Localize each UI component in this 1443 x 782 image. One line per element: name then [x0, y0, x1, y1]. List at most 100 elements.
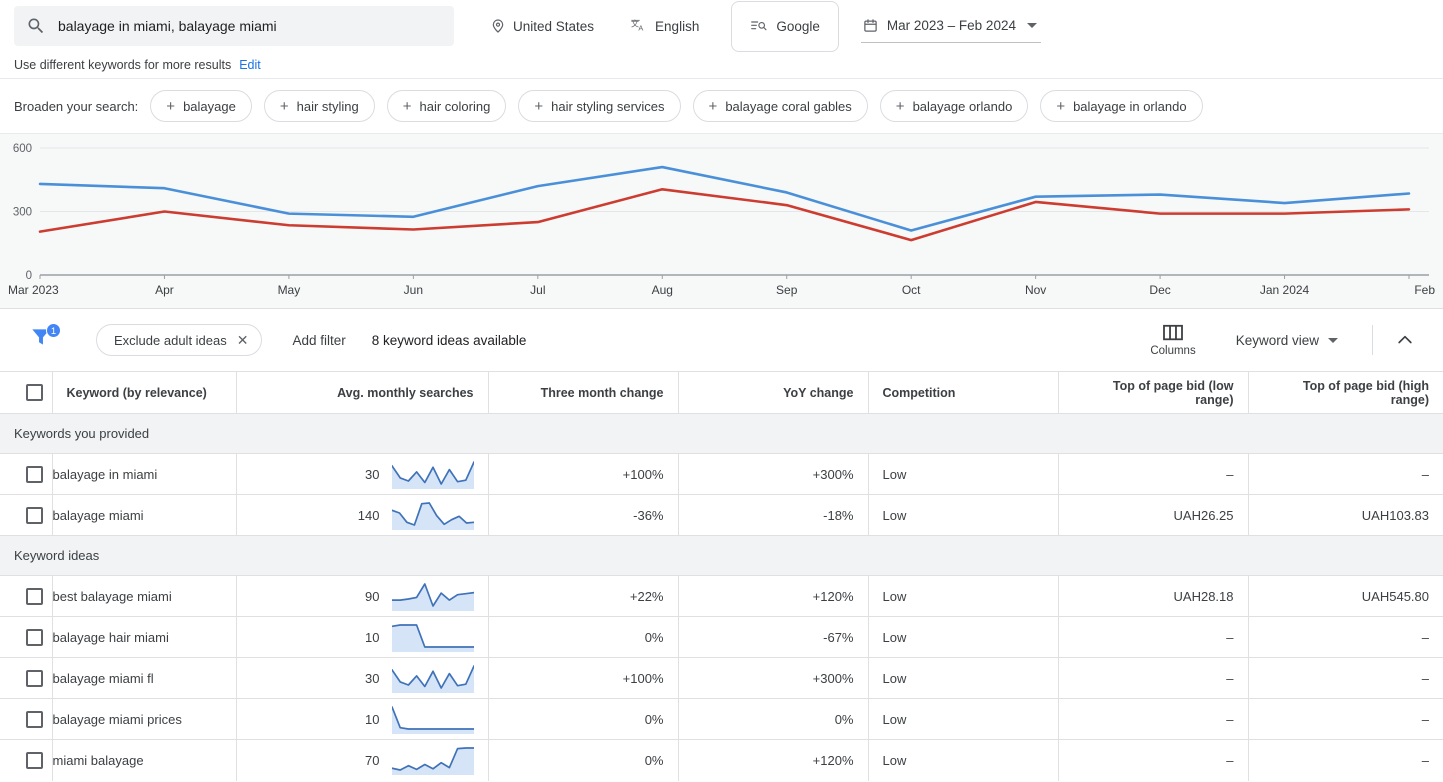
avg-searches-value: 30 — [365, 670, 380, 686]
header-bid-low[interactable]: Top of page bid (low range) — [1058, 371, 1249, 414]
broaden-chip-6[interactable]: + balayage in orlando — [1040, 90, 1203, 122]
table-group-title: Keyword ideas — [0, 535, 1443, 576]
cell-bid-low: UAH26.25 — [1058, 494, 1249, 536]
table-row[interactable]: balayage miami fl 30 +100% +300% Low – – — [0, 657, 1443, 699]
row-checkbox[interactable] — [26, 465, 43, 483]
table-toolbar-right: Columns Keyword view — [1138, 324, 1429, 357]
broaden-chip-3[interactable]: + hair styling services — [518, 90, 681, 122]
idea-count-label: 8 keyword ideas available — [371, 332, 527, 348]
svg-text:Feb: Feb — [1414, 283, 1435, 297]
broaden-chip-1[interactable]: + hair styling — [263, 90, 375, 122]
header-avg-monthly-searches[interactable]: Avg. monthly searches — [236, 371, 489, 414]
cell-bid-low: – — [1058, 739, 1249, 781]
header-yoy-change[interactable]: YoY change — [678, 371, 869, 414]
sparkline-icon — [391, 706, 474, 734]
cell-avg-monthly-searches: 140 — [236, 494, 489, 536]
avg-searches-wrap: 30 — [251, 663, 474, 693]
broaden-chip-4[interactable]: + balayage coral gables — [692, 90, 868, 122]
cell-keyword: balayage in miami — [52, 453, 237, 495]
svg-text:0: 0 — [26, 270, 32, 282]
row-checkbox[interactable] — [26, 751, 43, 769]
row-checkbox[interactable] — [26, 669, 43, 687]
close-icon[interactable]: ✕ — [237, 333, 249, 347]
cell-keyword: balayage miami prices — [52, 698, 237, 740]
plus-icon: + — [1056, 97, 1066, 115]
collapse-button[interactable] — [1389, 330, 1429, 350]
cell-bid-high: UAH103.83 — [1248, 494, 1443, 536]
edit-keywords-link[interactable]: Edit — [239, 58, 261, 72]
table-row[interactable]: miami balayage 70 0% +120% Low – – — [0, 739, 1443, 781]
broaden-chip-5[interactable]: + balayage orlando — [879, 90, 1029, 122]
filter-button[interactable]: 1 — [28, 323, 70, 356]
chevron-down-icon — [1026, 23, 1037, 28]
location-selector[interactable]: United States — [480, 8, 604, 44]
table-row[interactable]: balayage miami 140 -36% -18% Low UAH26.25 UAH1… — [0, 494, 1443, 536]
cell-yoy-change: +300% — [678, 453, 869, 495]
search-network-label: Google — [776, 18, 820, 34]
table-row[interactable]: best balayage miami 90 +22% +120% Low UAH28.1… — [0, 575, 1443, 617]
broaden-chip-0[interactable]: + balayage — [150, 90, 252, 122]
svg-text:Sep: Sep — [776, 283, 798, 297]
cell-competition: Low — [868, 616, 1059, 658]
header-bid-high[interactable]: Top of page bid (high range) — [1248, 371, 1443, 414]
broaden-search-bar: Broaden your search: + balayage + hair s… — [0, 78, 1443, 134]
cell-competition: Low — [868, 453, 1059, 495]
active-filter-chip[interactable]: Exclude adult ideas ✕ — [96, 324, 263, 356]
row-checkbox[interactable] — [26, 710, 43, 728]
cell-bid-low: – — [1058, 616, 1249, 658]
broaden-chip-label: balayage — [183, 98, 236, 114]
search-network-icon — [751, 21, 767, 31]
avg-searches-value: 140 — [357, 507, 380, 523]
header-three-month-change[interactable]: Three month change — [488, 371, 679, 414]
language-selector[interactable]: 文 A English — [620, 8, 709, 44]
table-row[interactable]: balayage in miami 30 +100% +300% Low – – — [0, 453, 1443, 495]
row-checkbox[interactable] — [26, 628, 43, 646]
cell-three-month-change: +22% — [488, 575, 679, 617]
cell-bid-high: UAH545.80 — [1248, 575, 1443, 617]
select-all-checkbox[interactable] — [26, 384, 43, 401]
translate-icon: 文 A — [631, 19, 643, 33]
search-icon — [28, 18, 44, 34]
active-filter-label: Exclude adult ideas — [114, 332, 227, 348]
broaden-search-label: Broaden your search: — [14, 98, 139, 114]
cell-three-month-change: 0% — [488, 698, 679, 740]
cell-bid-high: – — [1248, 657, 1443, 699]
location-label: United States — [513, 18, 595, 34]
avg-searches-value: 10 — [365, 629, 380, 645]
cell-keyword: best balayage miami — [52, 575, 237, 617]
svg-text:Oct: Oct — [902, 283, 921, 297]
svg-text:Dec: Dec — [1149, 283, 1170, 297]
row-checkbox[interactable] — [26, 587, 43, 605]
table-row[interactable]: balayage hair miami 10 0% -67% Low – – — [0, 616, 1443, 658]
avg-searches-wrap: 90 — [251, 581, 474, 611]
table-row[interactable]: balayage miami prices 10 0% 0% Low – – — [0, 698, 1443, 740]
view-label: Keyword view — [1235, 332, 1319, 348]
date-range-selector[interactable]: Mar 2023 – Feb 2024 — [860, 9, 1041, 43]
chevron-down-icon — [1328, 337, 1338, 343]
avg-searches-wrap: 30 — [251, 459, 474, 489]
cell-competition: Low — [868, 698, 1059, 740]
search-volume-trend-chart: 0 300 600 Mar 2023 Apr May Jun Jul Aug Sep Oct Nov D… — [0, 134, 1443, 309]
view-selector[interactable]: Keyword view — [1230, 333, 1344, 348]
cell-bid-low: – — [1058, 698, 1249, 740]
cell-avg-monthly-searches: 10 — [236, 616, 489, 658]
header-keyword[interactable]: Keyword (by relevance) — [52, 371, 237, 414]
avg-searches-wrap: 70 — [251, 745, 474, 776]
table-group-row: Keywords you provided — [0, 413, 1443, 454]
cell-bid-high: – — [1248, 453, 1443, 495]
svg-text:Mar 2023: Mar 2023 — [8, 283, 59, 297]
columns-button[interactable]: Columns — [1138, 324, 1207, 357]
keyword-text: balayage miami prices — [52, 711, 182, 727]
broaden-chip-2[interactable]: + hair coloring — [386, 90, 507, 122]
search-network-selector[interactable]: Google — [731, 0, 839, 52]
avg-searches-wrap: 140 — [251, 500, 474, 530]
svg-text:600: 600 — [13, 143, 32, 155]
keyword-text: balayage miami fl — [52, 670, 154, 686]
add-filter-button[interactable]: Add filter — [292, 333, 345, 348]
broaden-chip-label: balayage in orlando — [1073, 98, 1187, 114]
filter-count-badge: 1 — [46, 323, 61, 338]
row-checkbox[interactable] — [26, 506, 43, 524]
search-input[interactable]: balayage in miami, balayage miami — [14, 6, 454, 46]
header-competition[interactable]: Competition — [868, 371, 1059, 414]
cell-competition: Low — [868, 657, 1059, 699]
